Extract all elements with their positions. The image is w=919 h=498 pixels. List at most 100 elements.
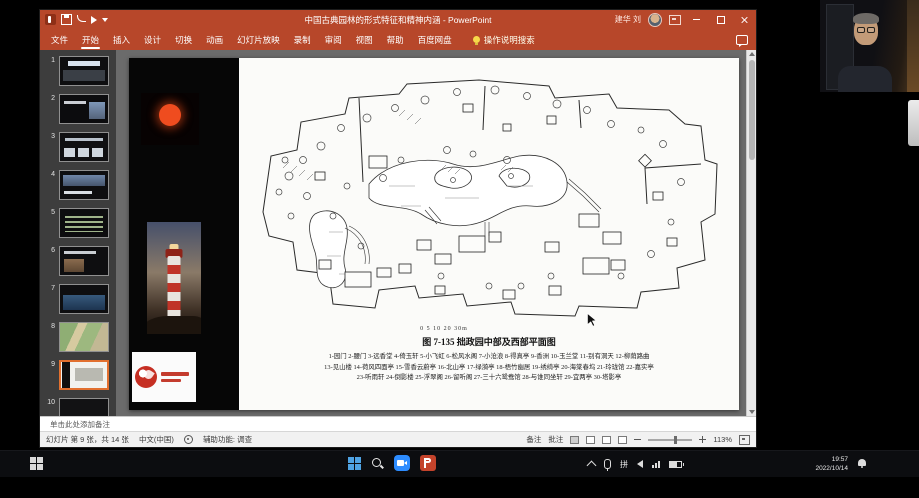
minimize-button[interactable] bbox=[688, 10, 705, 29]
start-icon[interactable] bbox=[348, 457, 361, 470]
slide-thumbnail[interactable]: 8 bbox=[45, 322, 116, 352]
slide-thumbnail[interactable]: 6 bbox=[45, 246, 116, 276]
tell-me-search-label: 操作说明搜索 bbox=[484, 34, 535, 46]
quick-access-toolbar bbox=[40, 14, 108, 25]
glasses-lens bbox=[857, 27, 865, 33]
language-indicator[interactable]: 中文(中国) bbox=[139, 434, 174, 445]
scroll-down-icon[interactable] bbox=[749, 410, 755, 414]
taskbar: 拼 19:57 2022/10/14 bbox=[0, 450, 919, 477]
minimize-icon bbox=[693, 19, 700, 20]
zoom-out-icon[interactable] bbox=[634, 436, 641, 443]
ribbon-tab-slideshow[interactable]: 幻灯片放映 bbox=[230, 29, 287, 50]
ime-indicator[interactable]: 拼 bbox=[620, 459, 628, 470]
slide-thumbnail-image[interactable] bbox=[59, 322, 109, 352]
slide-thumbnail-selected[interactable]: 9 bbox=[45, 360, 116, 390]
reading-view-icon[interactable] bbox=[602, 436, 611, 444]
account-avatar[interactable] bbox=[648, 13, 662, 27]
slide-thumbnail-image[interactable] bbox=[59, 132, 109, 162]
status-left: 幻灯片 第 9 张，共 14 张 中文(中国) 辅助功能: 调查 bbox=[46, 434, 252, 445]
fit-slide-icon[interactable] bbox=[739, 435, 750, 445]
normal-view-icon[interactable] bbox=[570, 436, 579, 444]
ribbon-tab-animations[interactable]: 动画 bbox=[199, 29, 230, 50]
accessibility-status[interactable]: 辅助功能: 调查 bbox=[203, 434, 252, 445]
slide-indicator[interactable]: 幻灯片 第 9 张，共 14 张 bbox=[46, 434, 129, 445]
notes-pane[interactable]: 单击此处添加备注 bbox=[40, 416, 756, 431]
slide-thumbnail[interactable]: 5 bbox=[45, 208, 116, 238]
account-name[interactable]: 建华 刘 bbox=[615, 14, 641, 25]
powerpoint-app-icon[interactable] bbox=[45, 14, 56, 25]
close-button[interactable] bbox=[736, 10, 753, 29]
zoom-slider[interactable] bbox=[648, 439, 692, 441]
webcam-video[interactable] bbox=[820, 0, 919, 92]
slide-thumbnail[interactable]: 10 bbox=[45, 398, 116, 416]
slide-sorter-view-icon[interactable] bbox=[586, 436, 595, 444]
ribbon-tab-file[interactable]: 文件 bbox=[44, 29, 75, 50]
lightbulb-icon bbox=[473, 36, 480, 43]
garden-plan-figure bbox=[249, 64, 729, 326]
notes-toggle[interactable]: 备注 bbox=[526, 434, 541, 445]
powerpoint-taskbar-icon[interactable] bbox=[420, 455, 436, 471]
start-slideshow-icon[interactable] bbox=[91, 16, 97, 24]
scroll-up-icon[interactable] bbox=[749, 52, 755, 56]
slide-thumbnail[interactable]: 1 bbox=[45, 56, 116, 86]
slide-thumbnail-image[interactable] bbox=[59, 208, 109, 238]
microphone-icon[interactable] bbox=[604, 459, 611, 469]
scrollbar-thumb[interactable] bbox=[749, 60, 755, 160]
slide-thumbnail[interactable]: 7 bbox=[45, 284, 116, 314]
battery-icon[interactable] bbox=[669, 461, 682, 468]
status-bar: 幻灯片 第 9 张，共 14 张 中文(中国) 辅助功能: 调查 备注 批注 1… bbox=[40, 431, 756, 447]
slide-thumbnail-image[interactable] bbox=[59, 56, 109, 86]
presenter-hair bbox=[853, 13, 879, 24]
slide-thumbnail[interactable]: 4 bbox=[45, 170, 116, 200]
ribbon-tab-home[interactable]: 开始 bbox=[75, 29, 106, 50]
ribbon-tab-insert[interactable]: 插入 bbox=[106, 29, 137, 50]
notification-bell-icon[interactable] bbox=[858, 459, 866, 466]
slide-thumbnail-image[interactable] bbox=[59, 284, 109, 314]
zoom-level[interactable]: 113% bbox=[713, 435, 732, 444]
ribbon-tab-view[interactable]: 视图 bbox=[349, 29, 380, 50]
ribbon-tab-design[interactable]: 设计 bbox=[137, 29, 168, 50]
speaker-icon[interactable] bbox=[637, 460, 643, 468]
canvas-scrollbar[interactable] bbox=[746, 50, 756, 416]
undo-icon[interactable] bbox=[77, 15, 86, 22]
zoom-slider-thumb[interactable] bbox=[674, 436, 677, 444]
slide-thumbnail[interactable]: 3 bbox=[45, 132, 116, 162]
zoom-in-icon[interactable] bbox=[699, 436, 706, 443]
slide-thumbnail-image[interactable] bbox=[59, 170, 109, 200]
slide-number: 7 bbox=[45, 284, 55, 292]
slide-number: 3 bbox=[45, 132, 55, 140]
ribbon-tab-record[interactable]: 录制 bbox=[287, 29, 318, 50]
figure-caption: 图 7-135 拙政园中部及西部平面图 bbox=[239, 335, 739, 348]
save-icon[interactable] bbox=[61, 14, 72, 25]
widgets-icon[interactable] bbox=[30, 457, 43, 470]
slide-canvas[interactable]: 0 5 10 20 30m 图 7-135 拙政园中部及西部平面图 1-园门 2… bbox=[116, 50, 746, 416]
slide-thumbnail-image[interactable] bbox=[59, 360, 109, 390]
ribbon-tab-help[interactable]: 帮助 bbox=[380, 29, 411, 50]
slide-thumbnail-image[interactable] bbox=[59, 94, 109, 124]
restore-button[interactable] bbox=[712, 10, 729, 29]
current-slide[interactable]: 0 5 10 20 30m 图 7-135 拙政园中部及西部平面图 1-园门 2… bbox=[129, 58, 739, 410]
comments-toggle[interactable]: 批注 bbox=[548, 434, 563, 445]
tell-me-search[interactable]: 操作说明搜索 bbox=[473, 34, 535, 46]
slide-number: 5 bbox=[45, 208, 55, 216]
ribbon-tab-review[interactable]: 审阅 bbox=[318, 29, 349, 50]
comments-icon[interactable] bbox=[736, 35, 748, 45]
slide-thumbnail[interactable]: 2 bbox=[45, 94, 116, 124]
search-icon[interactable] bbox=[371, 457, 384, 470]
clock-time: 19:57 bbox=[792, 455, 848, 464]
tray-expand-icon[interactable] bbox=[587, 461, 597, 471]
meeting-app-icon[interactable] bbox=[394, 455, 410, 471]
customize-toolbar-icon[interactable] bbox=[102, 18, 108, 22]
notes-placeholder[interactable]: 单击此处添加备注 bbox=[50, 419, 110, 430]
slideshow-view-icon[interactable] bbox=[618, 436, 627, 444]
ribbon-display-options-icon[interactable] bbox=[669, 15, 681, 25]
ribbon-tab-baidu-netdisk[interactable]: 百度网盘 bbox=[411, 29, 459, 50]
clock[interactable]: 19:57 2022/10/14 bbox=[792, 455, 848, 473]
ribbon-tab-transitions[interactable]: 切换 bbox=[168, 29, 199, 50]
network-icon[interactable] bbox=[652, 461, 660, 468]
slide-thumbnail-panel[interactable]: 1 2 3 4 5 bbox=[40, 50, 116, 416]
slide-thumbnail-image[interactable] bbox=[59, 398, 109, 416]
titlebar[interactable]: 中国古典园林的形式特征和精神内涵 - PowerPoint 建华 刘 bbox=[40, 10, 756, 29]
slide-thumbnail-image[interactable] bbox=[59, 246, 109, 276]
meeting-app-edge-panel[interactable] bbox=[908, 100, 919, 146]
